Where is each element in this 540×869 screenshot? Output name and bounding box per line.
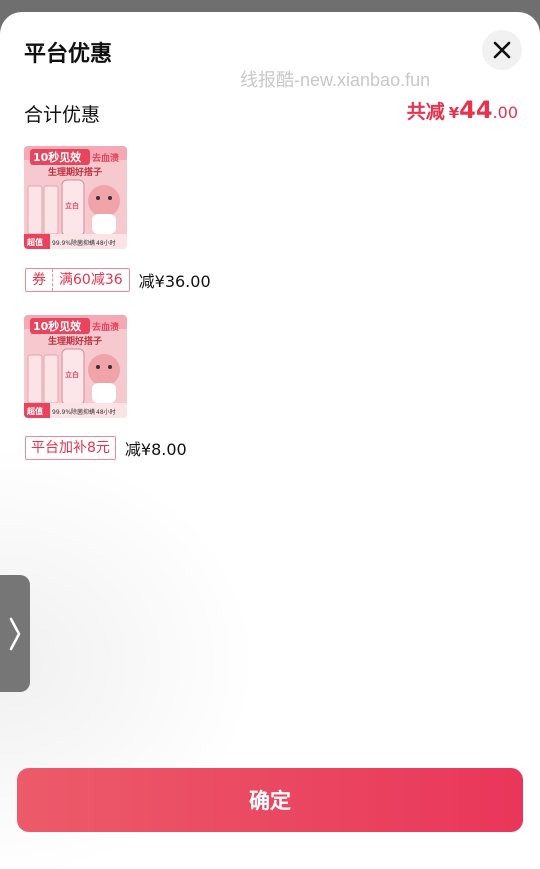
- discount-row: 券 满60减36 减¥36.00: [25, 268, 211, 292]
- discount-sheet: 平台优惠 线报酷-new.xianbao.fun 合计优惠 共减 ¥ 44 .0…: [0, 12, 540, 869]
- total-currency: ¥: [448, 104, 460, 122]
- coupon-kind: 券: [26, 269, 53, 291]
- confirm-button[interactable]: 确定: [17, 768, 523, 832]
- chevron-right-icon: [9, 617, 21, 650]
- coupon-tag: 券 满60减36: [25, 268, 130, 292]
- product-image[interactable]: 10秒见效 去血渍 生理期好搭子 立白 超值 99.9%除菌抑螨 48小时: [24, 146, 127, 249]
- image-brand: 立白: [65, 201, 79, 210]
- summary-total: 共减 ¥ 44 .00: [407, 96, 518, 124]
- image-bottom-hours: 48小时: [96, 408, 116, 416]
- watermark: 线报酷-new.xianbao.fun: [240, 70, 431, 90]
- close-button[interactable]: [482, 30, 522, 70]
- total-label: 共减: [406, 101, 445, 123]
- image-badge: 超值: [26, 237, 43, 247]
- image-caption-sub: 生理期好搭子: [48, 335, 102, 347]
- image-caption-top: 10秒见效: [33, 319, 82, 333]
- coupon-rule: 满60减36: [59, 272, 123, 288]
- image-caption-side: 去血渍: [92, 152, 119, 164]
- image-caption-side: 去血渍: [92, 321, 119, 333]
- image-badge: 超值: [26, 406, 43, 416]
- summary-label: 合计优惠: [24, 104, 101, 126]
- total-integer: 44: [459, 96, 493, 124]
- image-bottom-text: 99.9%除菌抑螨: [52, 239, 95, 247]
- total-decimal: .00: [492, 103, 518, 122]
- close-icon: [493, 41, 511, 59]
- image-caption-sub: 生理期好搭子: [48, 166, 102, 178]
- image-bottom-text: 99.9%除菌抑螨: [52, 408, 95, 416]
- sheet-title: 平台优惠: [24, 42, 113, 67]
- image-caption-top: 10秒见效: [33, 150, 82, 164]
- image-bottom-hours: 48小时: [96, 239, 116, 247]
- reduce-amount: 减¥36.00: [138, 272, 211, 291]
- side-drawer-handle[interactable]: [0, 575, 30, 692]
- image-brand: 立白: [65, 370, 79, 379]
- product-image[interactable]: 10秒见效 去血渍 生理期好搭子 立白 超值 99.9%除菌抑螨 48小时: [24, 315, 127, 418]
